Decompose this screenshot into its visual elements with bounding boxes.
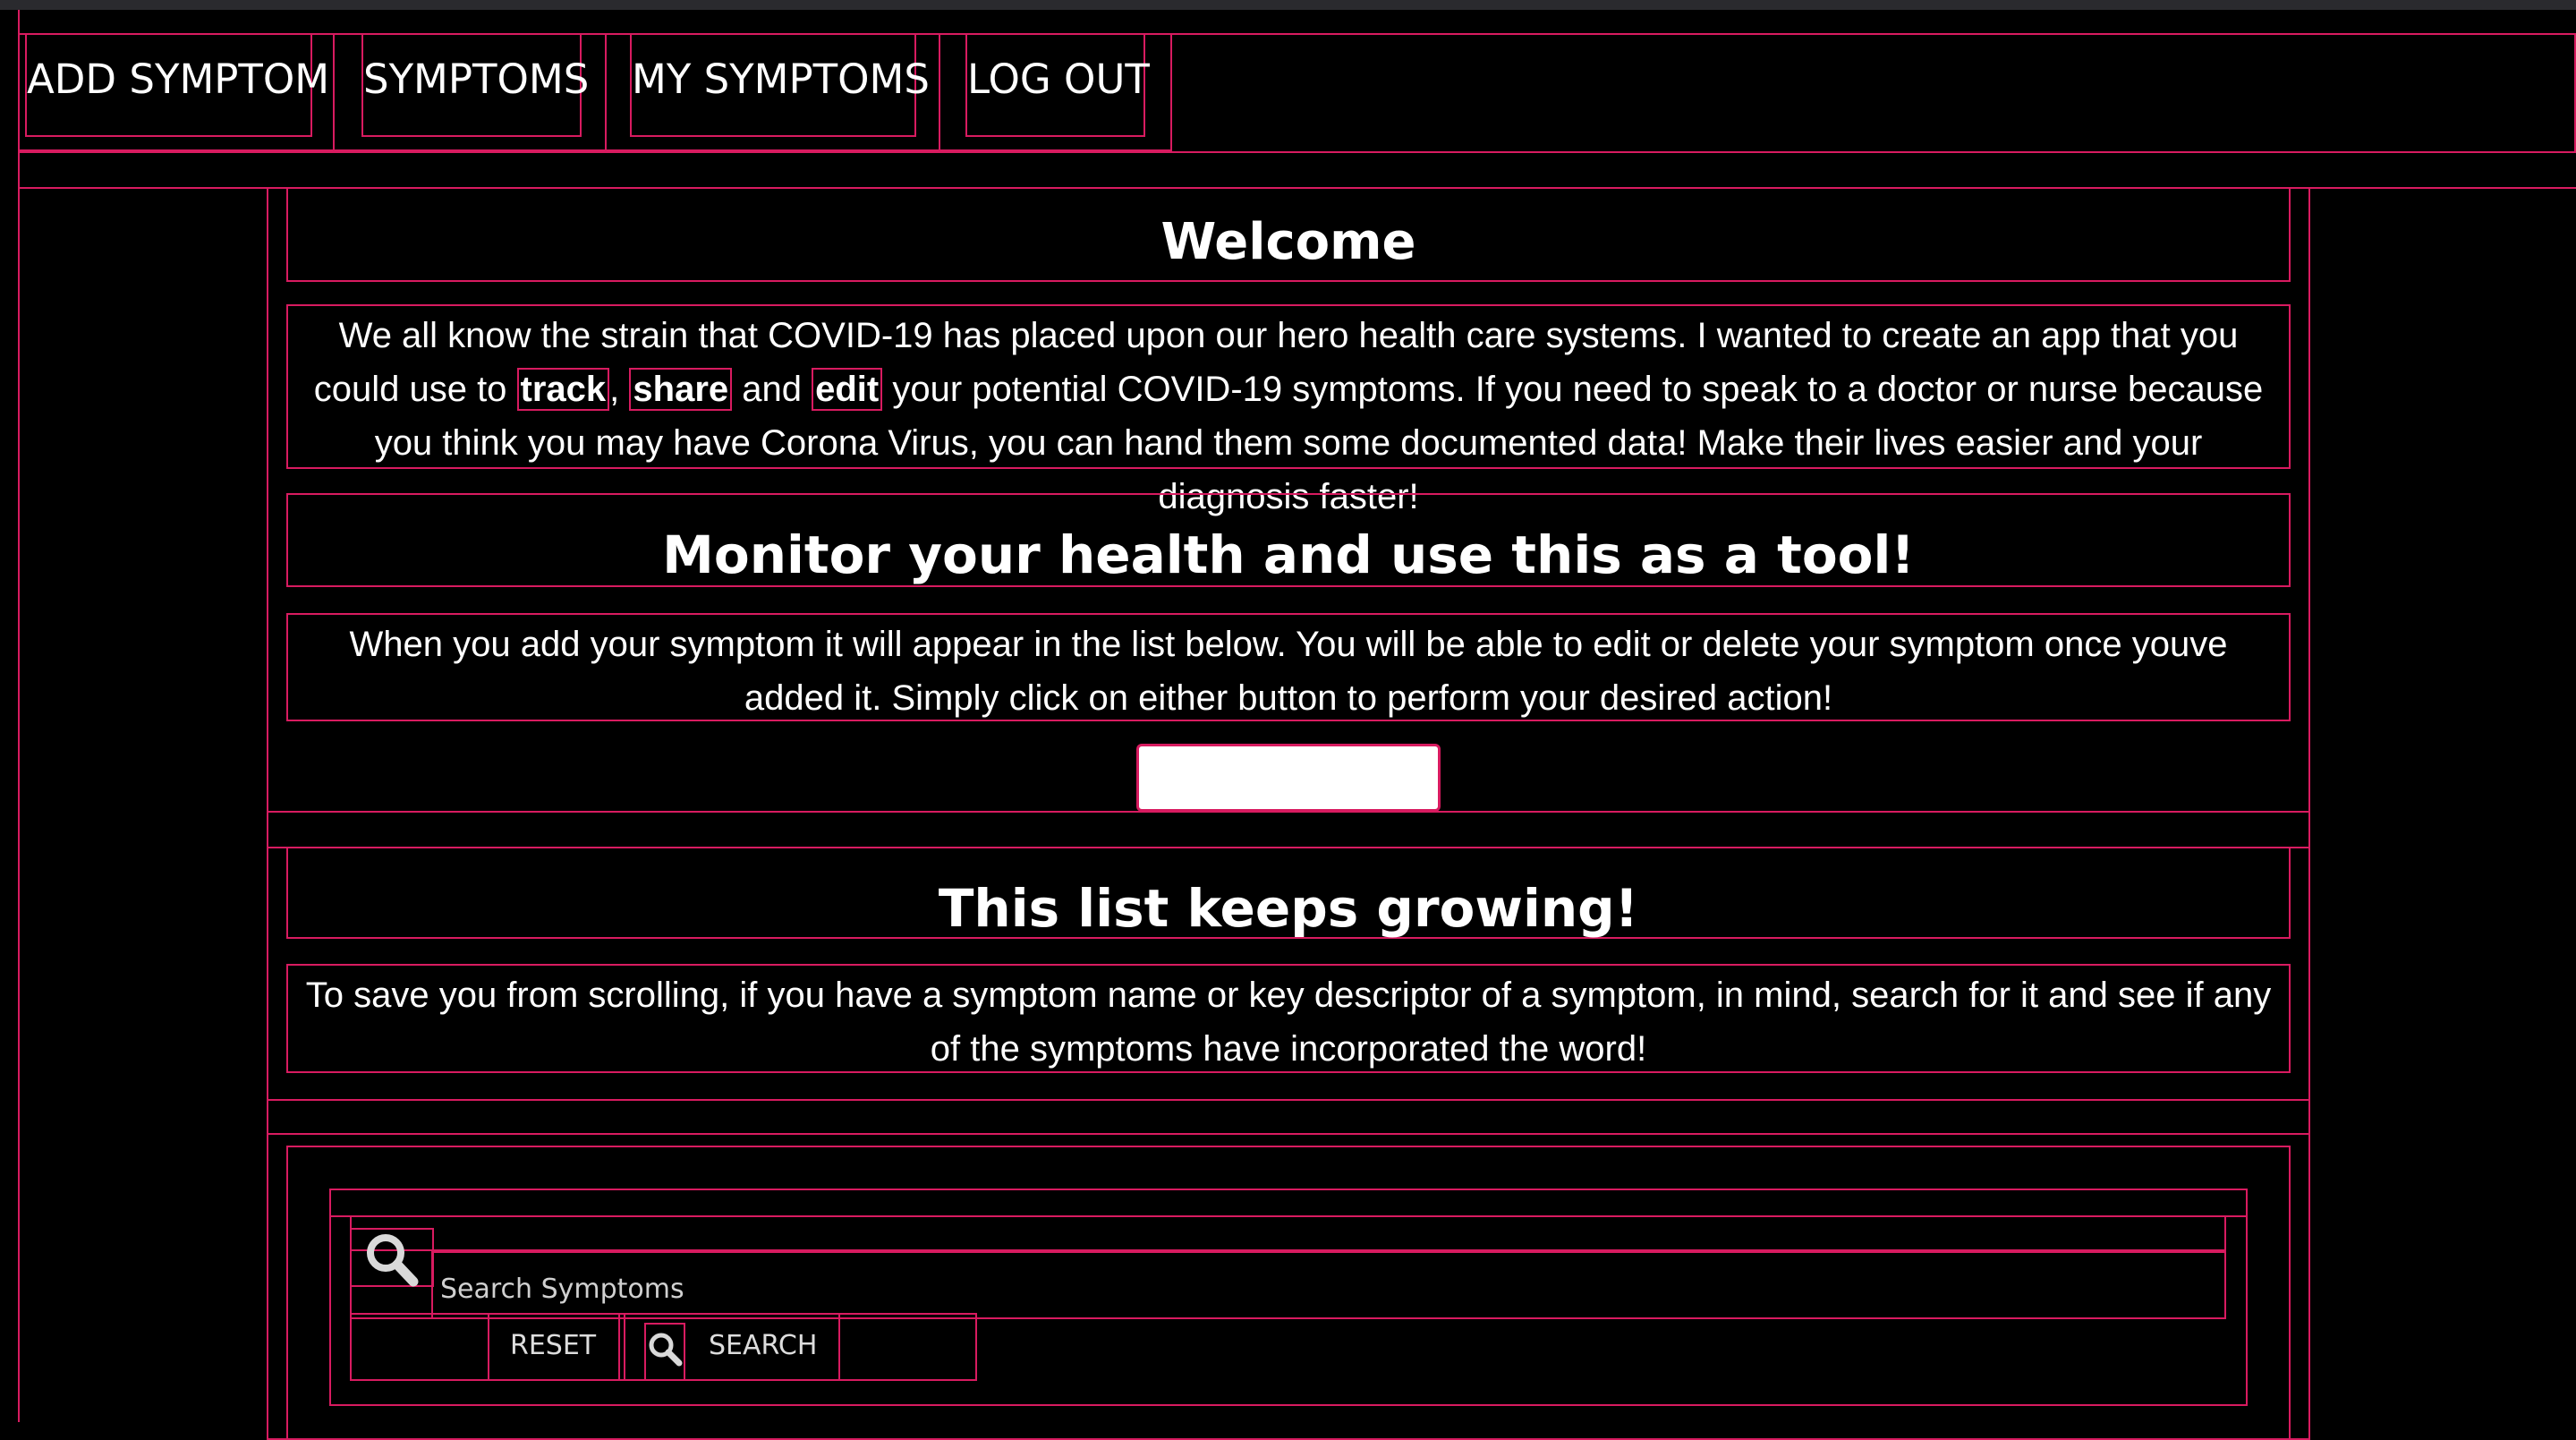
and-word: and — [732, 370, 812, 409]
nav-symptoms[interactable]: SYMPTOMS — [361, 33, 589, 137]
nav-add-symptom[interactable]: ADD SYMPTOM — [25, 33, 329, 137]
list-text: To save you from scrolling, if you have … — [286, 964, 2291, 1073]
browser-top-strip — [0, 0, 2576, 10]
comma: , — [609, 370, 630, 409]
reset-button-label: RESET — [510, 1330, 597, 1361]
welcome-title: Welcome — [286, 187, 2291, 282]
page-left-rule — [18, 10, 21, 1422]
welcome-text: We all know the strain that COVID-19 has… — [286, 304, 2291, 516]
list-title: This list keeps growing! — [286, 847, 2291, 939]
add-symptom-button[interactable] — [1136, 744, 1441, 812]
nav-my-symptoms[interactable]: MY SYMPTOMS — [630, 33, 930, 137]
search-icon — [367, 1234, 419, 1287]
search-input[interactable] — [431, 1251, 2226, 1319]
nav-col-divider — [939, 33, 941, 151]
monitor-text: When you add your symptom it will appear… — [286, 613, 2291, 721]
monitor-title: Monitor your health and use this as a to… — [286, 493, 2291, 587]
nav-col-divider — [333, 33, 336, 151]
nav-col-divider — [605, 33, 608, 151]
share-keyword: share — [629, 368, 733, 411]
edit-keyword: edit — [812, 368, 883, 411]
search-button-label: SEARCH — [709, 1330, 818, 1361]
search-button-icon — [649, 1333, 683, 1367]
track-keyword: track — [516, 368, 610, 411]
nav-log-out[interactable]: LOG OUT — [965, 33, 1150, 137]
